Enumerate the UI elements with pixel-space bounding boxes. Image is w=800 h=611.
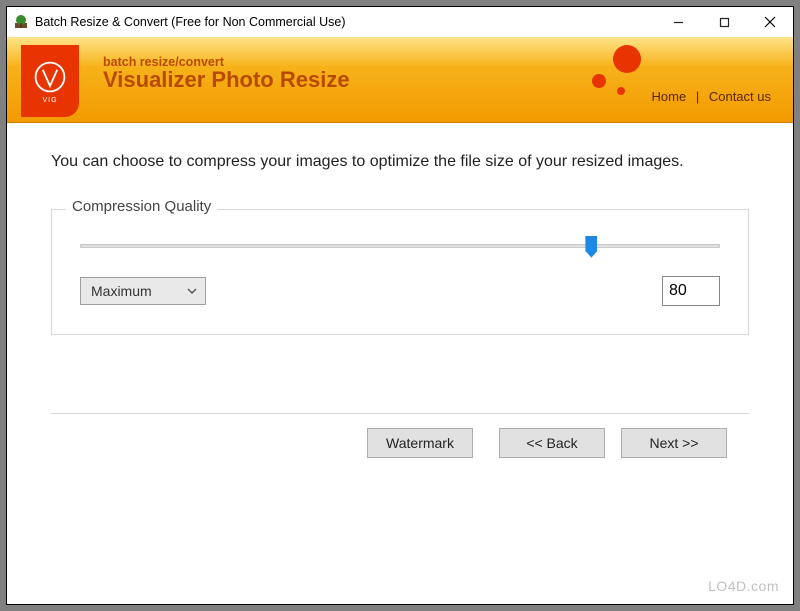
- link-separator: |: [690, 89, 705, 104]
- slider-thumb[interactable]: [585, 236, 597, 258]
- slider-track: [80, 244, 720, 248]
- decoration-dots: [583, 41, 643, 117]
- header-tagline: batch resize/convert: [103, 37, 793, 69]
- app-header: VIG batch resize/convert Visualizer Phot…: [7, 37, 793, 123]
- titlebar: Batch Resize & Convert (Free for Non Com…: [7, 7, 793, 37]
- next-button[interactable]: Next >>: [621, 428, 727, 458]
- maximize-button[interactable]: [701, 7, 747, 37]
- instruction-text: You can choose to compress your images t…: [51, 151, 749, 173]
- quality-slider[interactable]: [80, 244, 720, 248]
- compression-fieldset: Compression Quality Maximum: [51, 209, 749, 335]
- chevron-down-icon: [187, 288, 197, 294]
- close-button[interactable]: [747, 7, 793, 37]
- watermark-button[interactable]: Watermark: [367, 428, 473, 458]
- home-link[interactable]: Home: [652, 89, 687, 104]
- main-content: You can choose to compress your images t…: [7, 123, 793, 458]
- app-icon: [13, 14, 29, 30]
- quality-value-input[interactable]: [662, 276, 720, 306]
- app-logo: VIG: [21, 45, 79, 117]
- logo-text: VIG: [42, 97, 57, 104]
- quality-preset-select[interactable]: Maximum: [80, 277, 206, 305]
- wizard-buttons: Watermark << Back Next >>: [51, 414, 749, 458]
- quality-row: Maximum: [80, 276, 720, 306]
- contact-link[interactable]: Contact us: [709, 89, 771, 104]
- site-watermark: LO4D.com: [708, 578, 779, 594]
- back-button[interactable]: << Back: [499, 428, 605, 458]
- app-window: Batch Resize & Convert (Free for Non Com…: [6, 6, 794, 605]
- fieldset-legend: Compression Quality: [66, 198, 217, 215]
- header-links: Home | Contact us: [652, 89, 771, 104]
- window-controls: [655, 7, 793, 37]
- quality-preset-value: Maximum: [91, 283, 152, 299]
- window-title: Batch Resize & Convert (Free for Non Com…: [35, 15, 655, 29]
- minimize-button[interactable]: [655, 7, 701, 37]
